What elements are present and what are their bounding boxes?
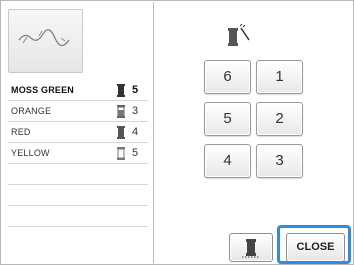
needle-button-6[interactable]: 6: [204, 60, 251, 94]
thread-spool-icon: [117, 84, 125, 97]
thread-list: MOSS GREEN 5 ORANGE 3 RED 4 YELLOW 5: [8, 80, 148, 227]
needle-button-4[interactable]: 4: [204, 144, 251, 178]
embroidery-preview: [8, 9, 83, 73]
thread-row-moss-green[interactable]: MOSS GREEN 5: [8, 80, 148, 101]
needle-number: 5: [132, 147, 139, 159]
thread-name: YELLOW: [11, 148, 50, 158]
thread-spool-icon: [117, 147, 125, 160]
thread-name: MOSS GREEN: [11, 85, 75, 95]
close-button-highlight: [277, 225, 351, 264]
embroidery-color-panel: MOSS GREEN 5 ORANGE 3 RED 4 YELLOW 5 6 1…: [0, 0, 354, 265]
thread-row-yellow[interactable]: YELLOW 5: [8, 143, 148, 164]
spool-with-needle-icon: [228, 24, 250, 46]
empty-row: [8, 185, 148, 206]
needle-button-5[interactable]: 5: [204, 102, 251, 136]
thread-name: ORANGE: [11, 106, 52, 116]
spool-button[interactable]: [229, 233, 273, 262]
needle-number: 4: [132, 126, 139, 138]
embroidery-preview-icon: [18, 29, 70, 47]
needle-number: 3: [132, 105, 139, 117]
thread-row-red[interactable]: RED 4: [8, 122, 148, 143]
thread-color-panel: MOSS GREEN 5 ORANGE 3 RED 4 YELLOW 5: [2, 2, 154, 263]
needle-button-1[interactable]: 1: [256, 60, 303, 94]
thread-name: RED: [11, 127, 31, 137]
needle-button-3[interactable]: 3: [256, 144, 303, 178]
needle-button-2[interactable]: 2: [256, 102, 303, 136]
empty-row: [8, 164, 148, 185]
empty-row: [8, 206, 148, 227]
needle-number: 5: [132, 84, 139, 96]
thread-spool-icon: [117, 105, 125, 118]
thread-spool-icon: [242, 239, 260, 258]
thread-spool-icon: [117, 126, 125, 139]
thread-row-orange[interactable]: ORANGE 3: [8, 101, 148, 122]
